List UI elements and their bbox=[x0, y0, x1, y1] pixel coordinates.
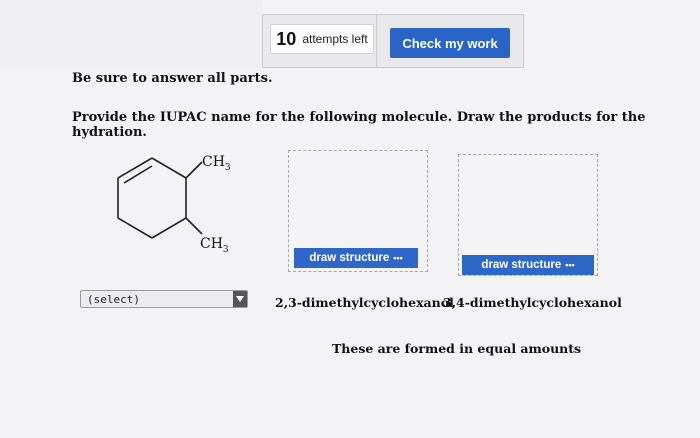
product-option-1: 2,3-dimethylcyclohexanol bbox=[275, 295, 454, 310]
methyl-label-bottom: CH3 bbox=[200, 236, 229, 255]
ellipsis-icon: ••• bbox=[565, 260, 575, 270]
attempts-label: attempts left bbox=[302, 32, 368, 46]
select-value: (select) bbox=[87, 292, 140, 306]
methyl-label-top: CH3 bbox=[202, 154, 231, 173]
header-background bbox=[0, 0, 262, 68]
check-my-work-button[interactable]: Check my work bbox=[390, 28, 510, 58]
methyl-bond-bottom bbox=[185, 217, 203, 235]
draw-structure-label: draw structure bbox=[481, 259, 562, 271]
ring-bond bbox=[117, 157, 153, 179]
chevron-down-icon[interactable] bbox=[233, 291, 247, 307]
double-bond bbox=[123, 165, 153, 184]
ellipsis-icon: ••• bbox=[393, 253, 403, 263]
instruction-text: Be sure to answer all parts. bbox=[72, 71, 273, 86]
methyl-bond-top bbox=[185, 161, 203, 179]
draw-structure-button-2[interactable]: draw structure ••• bbox=[462, 255, 594, 275]
question-prompt: Provide the IUPAC name for the following… bbox=[72, 110, 646, 140]
ring-bond bbox=[117, 217, 153, 239]
attempts-counter: 10 attempts left bbox=[270, 24, 374, 54]
attempts-count: 10 bbox=[276, 28, 297, 49]
draw-structure-label: draw structure bbox=[309, 252, 390, 264]
iupac-name-select[interactable]: (select) bbox=[80, 290, 248, 308]
molecule-structure: CH3 CH3 bbox=[117, 154, 231, 255]
toolbar-divider bbox=[376, 14, 377, 68]
product-option-2: 3,4-dimethylcyclohexanol bbox=[443, 295, 622, 310]
ring-bond bbox=[151, 217, 187, 239]
ring-bond bbox=[151, 157, 187, 179]
draw-structure-button-1[interactable]: draw structure ••• bbox=[294, 248, 418, 268]
equal-amounts-note: These are formed in equal amounts bbox=[332, 341, 582, 356]
